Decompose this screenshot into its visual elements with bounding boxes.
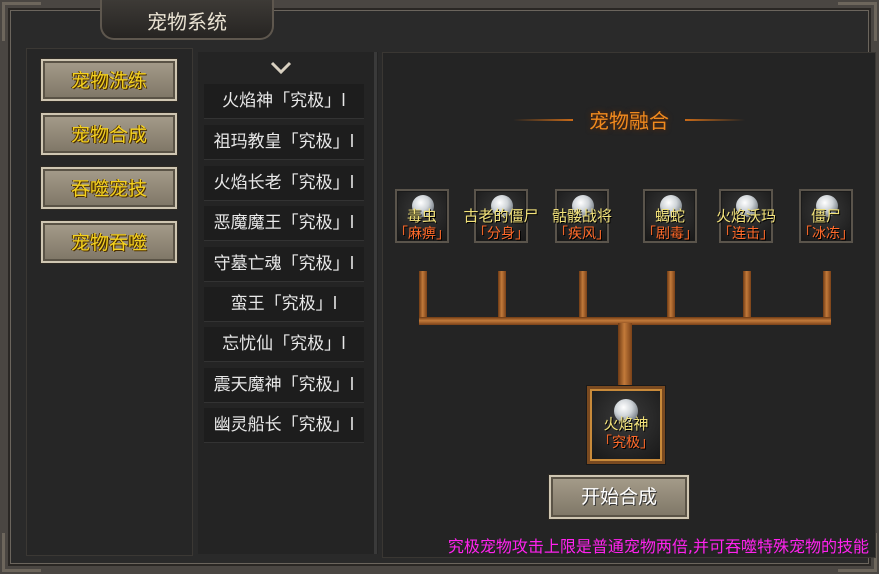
ingredient-skill: 「剧毒」 bbox=[642, 226, 698, 242]
fusion-note: 究极宠物攻击上限是普通宠物两倍,并可吞噬特殊宠物的技能 bbox=[447, 537, 869, 556]
fusion-panel: 宠物融合 毒虫 「麻痹」 古老的僵尸 「分身」 骷髅战将 「疾风」 蝎蛇 「剧毒… bbox=[382, 52, 876, 558]
connector-pipe bbox=[618, 323, 632, 385]
title-bar[interactable]: 宠物系统 bbox=[100, 0, 274, 40]
pet-list-scrollbar[interactable] bbox=[374, 52, 377, 554]
pet-list-item[interactable]: 火焰长老「究极」l bbox=[204, 166, 364, 201]
pet-list-item[interactable]: 火焰神「究极」l bbox=[204, 84, 364, 119]
ingredient-skill: 「分身」 bbox=[473, 226, 529, 242]
pet-list-item[interactable]: 祖玛教皇「究极」l bbox=[204, 125, 364, 160]
chevron-down-icon[interactable] bbox=[270, 60, 292, 76]
start-fusion-button[interactable]: 开始合成 bbox=[549, 475, 689, 519]
pet-list-item[interactable]: 守墓亡魂「究极」l bbox=[204, 247, 364, 282]
menu-button-devour-skill[interactable]: 吞噬宠技 bbox=[41, 167, 177, 209]
ingredient-skill: 「疾风」 bbox=[554, 226, 610, 242]
ingredient-skill: 「连击」 bbox=[718, 226, 774, 242]
window-title: 宠物系统 bbox=[147, 10, 227, 34]
ingredient-skill: 「麻痹」 bbox=[394, 226, 450, 242]
menu-button-pet-devour[interactable]: 宠物吞噬 bbox=[41, 221, 177, 263]
frame-corner bbox=[838, 2, 877, 41]
ingredient-name: 古老的僵尸 bbox=[463, 207, 539, 225]
ingredient-name: 僵尸 bbox=[810, 207, 841, 225]
ingredient-name: 蝎蛇 bbox=[654, 207, 685, 225]
pet-list-item[interactable]: 忘忧仙「究极」l bbox=[204, 327, 364, 362]
menu-button-pet-fusion[interactable]: 宠物合成 bbox=[41, 113, 177, 155]
ingredient-name: 骷髅战将 bbox=[551, 207, 612, 225]
ingredient-name: 毒虫 bbox=[406, 207, 437, 225]
pet-list-item[interactable]: 恶魔魔王「究极」l bbox=[204, 206, 364, 241]
ingredient-skill: 「冰冻」 bbox=[798, 226, 854, 242]
fusion-title: 宠物融合 bbox=[589, 109, 669, 133]
pet-system-window: 宠物系统 宠物洗练 宠物合成 吞噬宠技 宠物吞噬 火焰神「究极」l 祖玛教皇「究… bbox=[0, 0, 879, 574]
connector-pipe bbox=[743, 271, 751, 321]
connector-pipe bbox=[419, 271, 427, 321]
title-ornament bbox=[685, 119, 745, 121]
connector-pipe bbox=[823, 271, 831, 321]
pet-list-item[interactable]: 幽灵船长「究极」l bbox=[204, 408, 364, 443]
pet-list-panel: 火焰神「究极」l 祖玛教皇「究极」l 火焰长老「究极」l 恶魔魔王「究极」l 守… bbox=[198, 52, 378, 554]
menu-panel: 宠物洗练 宠物合成 吞噬宠技 宠物吞噬 bbox=[26, 48, 193, 556]
result-name: 火焰神 bbox=[603, 415, 649, 433]
connector-pipe bbox=[579, 271, 587, 321]
connector-pipe bbox=[667, 271, 675, 321]
connector-pipe bbox=[498, 271, 506, 321]
result-skill: 「究极」 bbox=[598, 435, 654, 451]
menu-button-pet-refine[interactable]: 宠物洗练 bbox=[41, 59, 177, 101]
frame-corner bbox=[2, 2, 41, 41]
pet-list-item[interactable]: 蛮王「究极」l bbox=[204, 287, 364, 322]
ingredient-name: 火焰沃玛 bbox=[715, 207, 776, 225]
pet-list-item[interactable]: 震天魔神「究极」l bbox=[204, 368, 364, 403]
